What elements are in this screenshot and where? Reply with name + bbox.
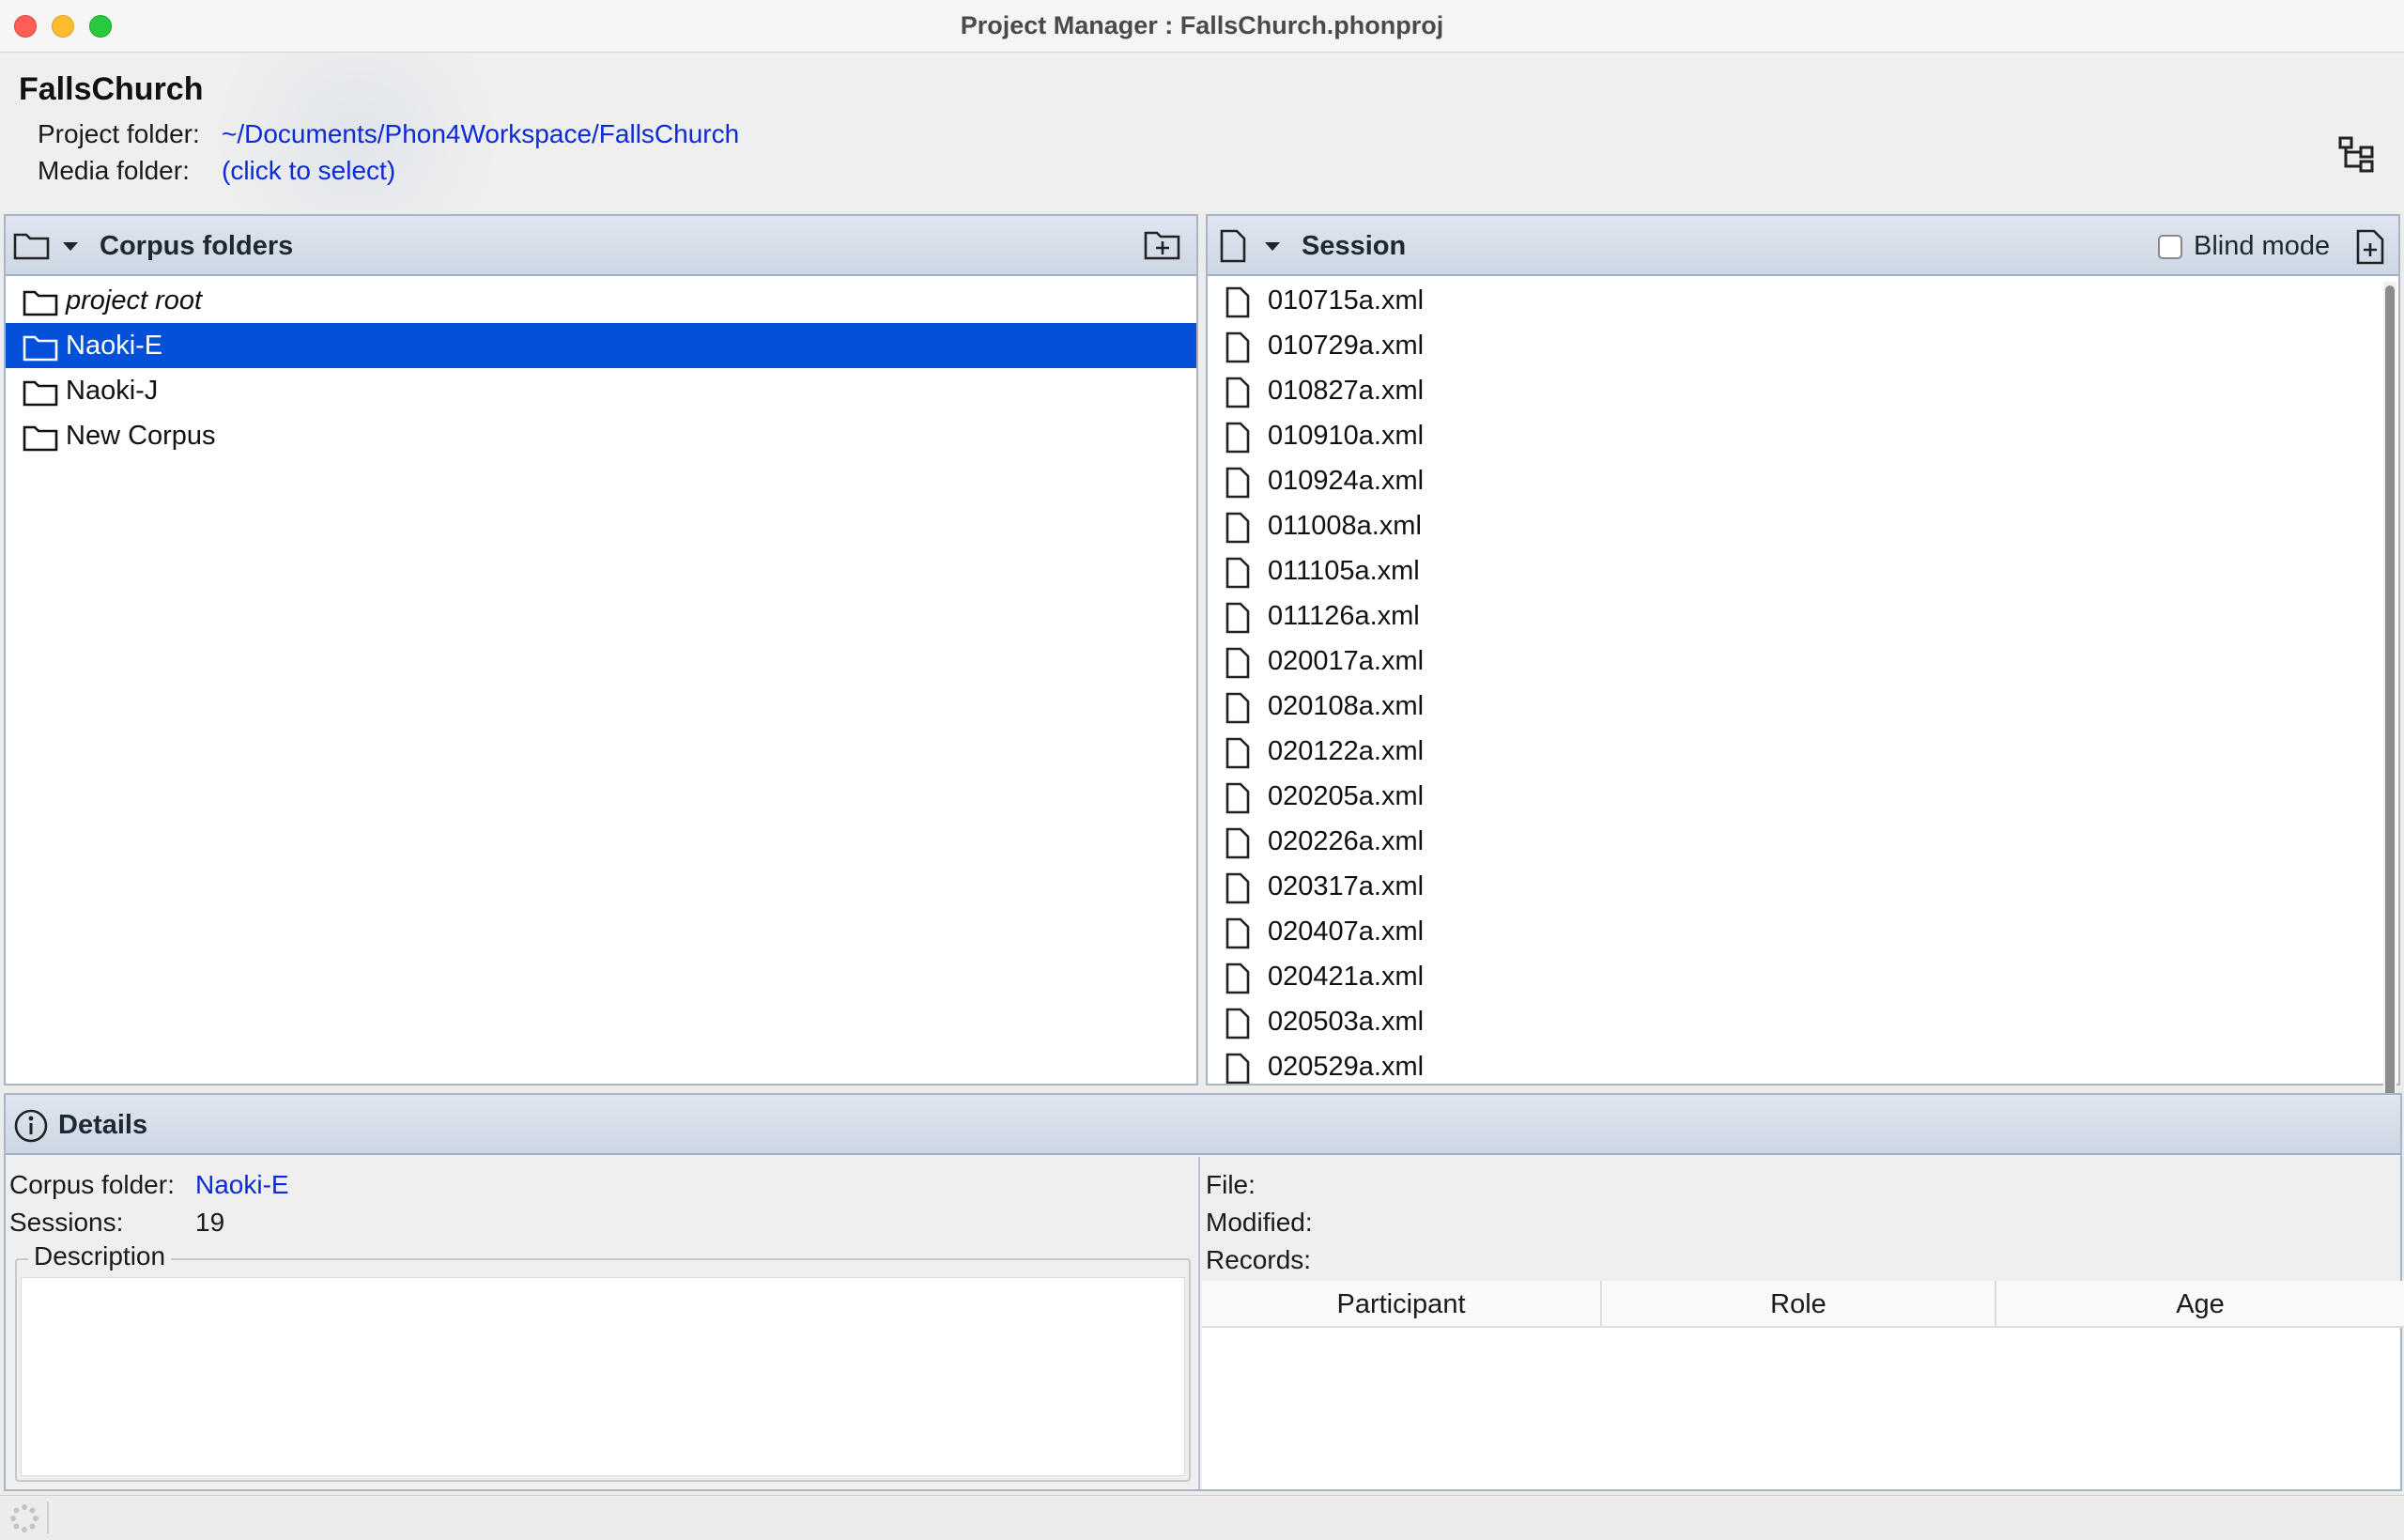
details-panel: Details Corpus folder: Naoki-E Sessions:… [4, 1093, 2404, 1491]
media-folder-link[interactable]: (click to select) [222, 156, 395, 186]
corpus-item-label: New Corpus [66, 421, 216, 451]
session-item-label: 010729a.xml [1268, 331, 1425, 361]
session-item-label: 020421a.xml [1268, 962, 1425, 992]
session-item[interactable]: 020529a.xml [1208, 1044, 2398, 1084]
session-item-label: 010715a.xml [1268, 285, 1425, 316]
session-item[interactable]: 020108a.xml [1208, 684, 2398, 729]
busy-spinner-icon [9, 1503, 39, 1538]
session-item-label: 020108a.xml [1268, 691, 1425, 721]
chevron-down-icon[interactable] [1264, 240, 1281, 257]
corpus-panel-header: Corpus folders [6, 216, 1196, 276]
corpus-panel-title: Corpus folders [100, 231, 294, 261]
sessions-count: 19 [195, 1208, 225, 1237]
session-item-label: 011126a.xml [1268, 601, 1420, 631]
session-item[interactable]: 010827a.xml [1208, 368, 2398, 413]
folder-icon [23, 422, 58, 467]
session-item[interactable]: 020017a.xml [1208, 639, 2398, 684]
status-divider [47, 1502, 49, 1533]
session-item-label: 020317a.xml [1268, 871, 1425, 901]
description-group: Description [15, 1241, 1191, 1482]
corpus-folder-label: Corpus folder: [9, 1170, 175, 1199]
session-item-label: 010924a.xml [1268, 466, 1425, 496]
session-item[interactable]: 020317a.xml [1208, 864, 2398, 909]
new-session-icon[interactable] [2355, 229, 2385, 270]
session-item[interactable]: 011126a.xml [1208, 593, 2398, 639]
title-bar: Project Manager : FallsChurch.phonproj [0, 0, 2404, 53]
column-header-age[interactable]: Age [1996, 1281, 2404, 1328]
file-label: File: [1206, 1170, 1256, 1199]
window-title: Project Manager : FallsChurch.phonproj [960, 11, 1444, 39]
corpus-details: Corpus folder: Naoki-E Sessions: 19 Desc… [6, 1157, 1200, 1489]
blind-mode-checkbox[interactable] [2158, 235, 2182, 259]
media-folder-label: Media folder: [38, 156, 190, 185]
session-item[interactable]: 010910a.xml [1208, 413, 2398, 458]
description-legend: Description [28, 1241, 172, 1271]
session-details: File: Modified: Records: Participant Rol… [1202, 1157, 2404, 1489]
hierarchy-icon[interactable] [2338, 136, 2376, 174]
session-item[interactable]: 010924a.xml [1208, 458, 2398, 503]
status-bar [0, 1495, 2404, 1540]
chevron-down-icon[interactable] [62, 240, 79, 257]
session-item-label: 010827a.xml [1268, 376, 1425, 406]
corpus-item-new-corpus[interactable]: New Corpus [6, 413, 1196, 458]
column-header-role[interactable]: Role [1602, 1281, 1996, 1328]
session-item-label: 020226a.xml [1268, 826, 1425, 856]
session-item[interactable]: 020421a.xml [1208, 954, 2398, 999]
session-item-label: 020017a.xml [1268, 646, 1425, 676]
corpus-item-label: Naoki-E [66, 331, 163, 361]
participants-table: Participant Role Age [1202, 1281, 2404, 1489]
details-header: Details [6, 1095, 2400, 1155]
corpus-item-naoki-j[interactable]: Naoki-J [6, 368, 1196, 413]
corpus-item-naoki-e[interactable]: Naoki-E [6, 323, 1196, 368]
session-panel-title: Session [1302, 231, 1407, 261]
corpus-item-project-root[interactable]: project root [6, 278, 1196, 323]
column-header-participant[interactable]: Participant [1202, 1281, 1602, 1328]
session-item[interactable]: 010715a.xml [1208, 278, 2398, 323]
session-panel: Session Blind mode 010715a.xml 010729a.xm… [1206, 214, 2400, 1251]
session-item-label: 020122a.xml [1268, 736, 1425, 766]
blind-mode-label[interactable]: Blind mode [2194, 231, 2330, 262]
session-item-label: 011008a.xml [1268, 511, 1422, 541]
description-textarea[interactable] [21, 1277, 1185, 1476]
project-header: FallsChurch Project folder: ~/Documents/… [0, 54, 2404, 211]
corpus-item-label: Naoki-J [66, 376, 159, 406]
session-item-label: 011105a.xml [1268, 556, 1420, 586]
project-name: FallsChurch [19, 71, 204, 107]
corpus-list: project root Naoki-E Naoki-J New Corpus [6, 278, 1196, 1084]
session-list: 010715a.xml 010729a.xml 010827a.xml 010910a… [1208, 278, 2398, 1084]
document-icon[interactable] [1219, 229, 1247, 268]
sessions-label: Sessions: [9, 1208, 124, 1237]
corpus-folders-panel: Corpus folders project root Naoki-E Naok… [4, 214, 1198, 1086]
project-folder-link[interactable]: ~/Documents/Phon4Workspace/FallsChurch [222, 119, 739, 149]
session-item-label: 020503a.xml [1268, 1007, 1425, 1037]
session-item-label: 020529a.xml [1268, 1052, 1425, 1082]
session-item[interactable]: 011105a.xml [1208, 548, 2398, 593]
session-item[interactable]: 020122a.xml [1208, 729, 2398, 774]
session-item-label: 020407a.xml [1268, 916, 1425, 947]
session-item[interactable]: 020503a.xml [1208, 999, 2398, 1044]
records-label: Records: [1206, 1245, 1312, 1274]
modified-label: Modified: [1206, 1208, 1313, 1237]
session-panel-header: Session Blind mode [1208, 216, 2398, 276]
session-item[interactable]: 011008a.xml [1208, 503, 2398, 548]
session-item[interactable]: 020226a.xml [1208, 819, 2398, 864]
corpus-item-label: project root [66, 285, 203, 316]
corpus-folder-link[interactable]: Naoki-E [195, 1170, 289, 1200]
session-item[interactable]: 020407a.xml [1208, 909, 2398, 954]
session-item-label: 010910a.xml [1268, 421, 1425, 451]
session-item[interactable]: 010729a.xml [1208, 323, 2398, 368]
new-folder-icon[interactable] [1144, 229, 1181, 266]
session-item[interactable]: 020205a.xml [1208, 774, 2398, 819]
document-icon [1225, 1053, 1251, 1084]
session-item-label: 020205a.xml [1268, 781, 1425, 811]
details-title: Details [58, 1110, 148, 1140]
info-icon [13, 1108, 49, 1148]
folder-icon[interactable] [13, 231, 51, 266]
project-folder-label: Project folder: [38, 119, 200, 148]
